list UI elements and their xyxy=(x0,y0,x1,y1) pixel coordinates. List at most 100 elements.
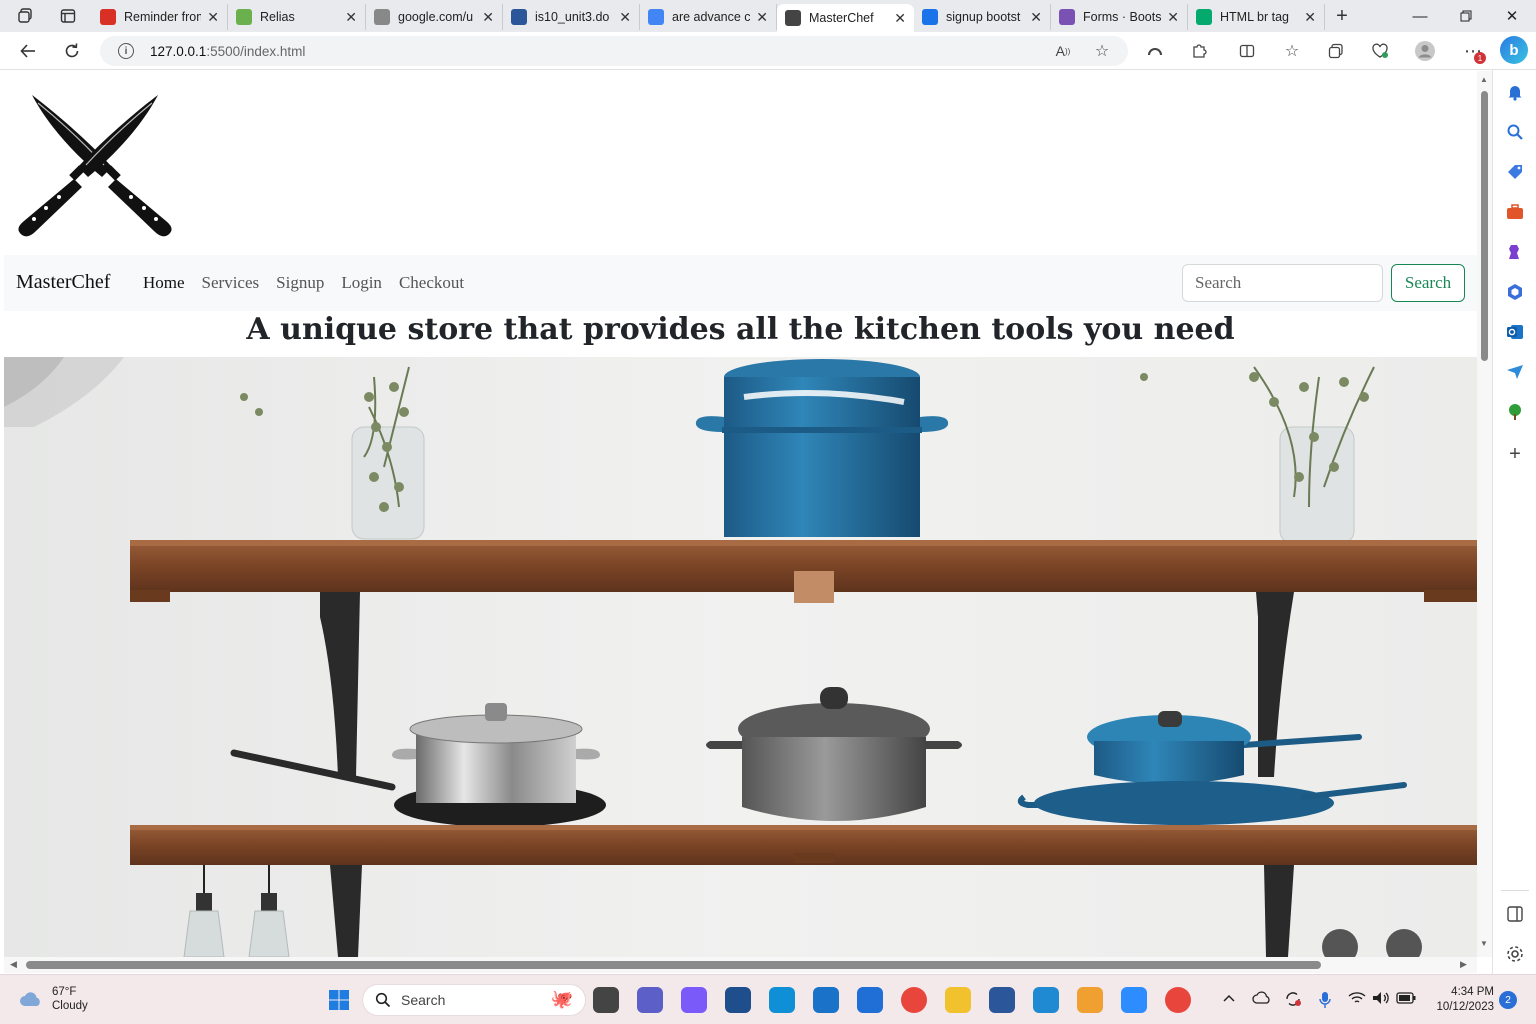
page-viewport: MasterChef Home Services Signup Login Checko… xyxy=(4,71,1477,957)
close-tab-icon[interactable]: ✕ xyxy=(207,9,219,26)
scroll-down-arrow[interactable]: ▼ xyxy=(1480,939,1488,948)
send-icon[interactable] xyxy=(1505,362,1525,382)
teams-icon[interactable] xyxy=(637,987,663,1013)
nav-link-login[interactable]: Login xyxy=(341,273,382,293)
vertical-tabs-icon[interactable] xyxy=(58,6,78,26)
wifi-icon[interactable] xyxy=(1348,991,1366,1008)
search-input[interactable]: Search xyxy=(1182,264,1383,302)
nav-link-home[interactable]: Home xyxy=(143,273,185,293)
scroll-left-arrow[interactable]: ◀ xyxy=(10,959,17,970)
collections-icon[interactable] xyxy=(1325,40,1347,62)
close-tab-icon[interactable]: ✕ xyxy=(1167,9,1179,26)
chrome-profile-icon[interactable] xyxy=(1165,987,1191,1013)
read-aloud-icon[interactable]: A)) xyxy=(1052,40,1074,62)
snipping-icon[interactable] xyxy=(725,987,751,1013)
site-navbar: MasterChef Home Services Signup Login Checko… xyxy=(4,255,1477,311)
close-tab-icon[interactable]: ✕ xyxy=(756,9,768,26)
browser-tab[interactable]: are advance c ✕ xyxy=(640,4,777,30)
url-field[interactable]: i 127.0.0.1:5500/index.html xyxy=(100,36,1128,66)
bing-copilot-icon[interactable]: b xyxy=(1500,36,1528,64)
windows-start-icon[interactable] xyxy=(326,987,352,1013)
volume-icon[interactable] xyxy=(1372,991,1390,1008)
favorites-icon[interactable]: ☆ xyxy=(1281,40,1303,62)
add-sidebar-app-icon[interactable]: + xyxy=(1505,443,1525,465)
browser-tab[interactable]: is10_unit3.do ✕ xyxy=(503,4,640,30)
site-info-icon[interactable]: i xyxy=(118,43,134,59)
onedrive-icon[interactable] xyxy=(1252,991,1272,1008)
horizontal-scrollbar[interactable]: ◀ ▶ xyxy=(4,957,1477,973)
browser-tab[interactable]: signup bootst ✕ xyxy=(914,4,1051,30)
search-button[interactable]: Search xyxy=(1391,264,1465,302)
vertical-scrollbar[interactable]: ▲ ▼ xyxy=(1477,71,1492,957)
nav-link-signup[interactable]: Signup xyxy=(276,273,324,293)
file-explorer-icon[interactable] xyxy=(945,987,971,1013)
shopping-tag-icon[interactable] xyxy=(1505,162,1525,182)
weather-widget[interactable]: 67°F Cloudy xyxy=(18,985,88,1013)
extensions-icon[interactable] xyxy=(1188,40,1210,62)
microphone-icon[interactable] xyxy=(1318,991,1332,1012)
back-button[interactable] xyxy=(16,40,40,62)
close-tab-icon[interactable]: ✕ xyxy=(619,9,631,26)
tree-icon[interactable] xyxy=(1505,402,1525,422)
outlook-icon[interactable] xyxy=(1505,322,1525,342)
browser-tab[interactable]: MasterChef ✕ xyxy=(777,4,914,32)
favorite-star-icon[interactable]: ☆ xyxy=(1091,40,1113,62)
url-host: 127.0.0.1 xyxy=(150,43,207,59)
gmail-icon xyxy=(100,9,116,25)
browser-tab[interactable]: Forms · Boots ✕ xyxy=(1051,4,1188,30)
close-tab-icon[interactable]: ✕ xyxy=(345,9,357,26)
word-icon[interactable] xyxy=(989,987,1015,1013)
show-hidden-icons-chevron[interactable] xyxy=(1222,991,1236,1008)
close-tab-icon[interactable]: ✕ xyxy=(482,9,494,26)
relias-icon xyxy=(236,9,252,25)
split-screen-icon[interactable] xyxy=(1236,40,1258,62)
vertical-scroll-thumb[interactable] xyxy=(1481,91,1488,361)
browser-tab[interactable]: Relias ✕ xyxy=(228,4,366,30)
edge-browser-icon[interactable] xyxy=(769,987,795,1013)
octopus-bing-icon: 🐙 xyxy=(550,989,573,1009)
copilot-icon[interactable] xyxy=(681,987,707,1013)
photos-icon[interactable] xyxy=(1077,987,1103,1013)
tab-title: MasterChef xyxy=(809,11,874,25)
browser-tab[interactable]: Reminder from ✕ xyxy=(92,4,228,30)
games-icon[interactable] xyxy=(1505,242,1525,262)
page-headline: A unique store that provides all the kit… xyxy=(246,312,1235,347)
browser-essentials-icon[interactable] xyxy=(1369,40,1391,62)
taskbar-clock[interactable]: 4:34 PM 10/12/2023 xyxy=(1422,985,1494,1015)
sync-icon[interactable] xyxy=(1284,991,1302,1010)
nav-link-checkout[interactable]: Checkout xyxy=(399,273,464,293)
navbar-brand[interactable]: MasterChef xyxy=(16,271,110,294)
battery-icon[interactable] xyxy=(1396,991,1416,1007)
microsoft-365-icon[interactable] xyxy=(1505,282,1525,302)
close-tab-icon[interactable]: ✕ xyxy=(894,10,906,27)
scroll-up-arrow[interactable]: ▲ xyxy=(1480,75,1488,84)
chrome-icon[interactable] xyxy=(901,987,927,1013)
browser-tab[interactable]: HTML br tag ✕ xyxy=(1188,4,1325,30)
minimize-button[interactable]: — xyxy=(1398,4,1442,28)
zoom-icon[interactable] xyxy=(1121,987,1147,1013)
profile-avatar[interactable] xyxy=(1414,40,1436,62)
notification-center-badge[interactable]: 2 xyxy=(1499,991,1517,1009)
close-window-button[interactable]: ✕ xyxy=(1490,4,1534,28)
close-tab-icon[interactable]: ✕ xyxy=(1030,9,1042,26)
store-icon[interactable] xyxy=(857,987,883,1013)
task-view-icon[interactable] xyxy=(593,987,619,1013)
mail-icon[interactable] xyxy=(813,987,839,1013)
hide-sidebar-icon[interactable] xyxy=(1505,904,1525,924)
vscode-icon[interactable] xyxy=(1033,987,1059,1013)
workspaces-icon[interactable] xyxy=(16,6,36,26)
refresh-button[interactable] xyxy=(60,40,84,62)
tools-briefcase-icon[interactable] xyxy=(1505,202,1525,222)
sidebar-settings-icon[interactable] xyxy=(1505,944,1525,964)
scroll-right-arrow[interactable]: ▶ xyxy=(1460,959,1467,970)
browser-tab[interactable]: google.com/u ✕ xyxy=(366,4,503,30)
bell-icon[interactable] xyxy=(1505,82,1525,102)
nav-link-services[interactable]: Services xyxy=(202,273,260,293)
new-tab-button[interactable]: + xyxy=(1332,5,1352,27)
restore-button[interactable] xyxy=(1444,4,1488,28)
performance-icon[interactable] xyxy=(1144,40,1166,62)
horizontal-scroll-thumb[interactable] xyxy=(26,961,1321,969)
taskbar-search[interactable]: Search 🐙 xyxy=(362,984,586,1016)
search-icon[interactable] xyxy=(1505,122,1525,142)
close-tab-icon[interactable]: ✕ xyxy=(1304,9,1316,26)
